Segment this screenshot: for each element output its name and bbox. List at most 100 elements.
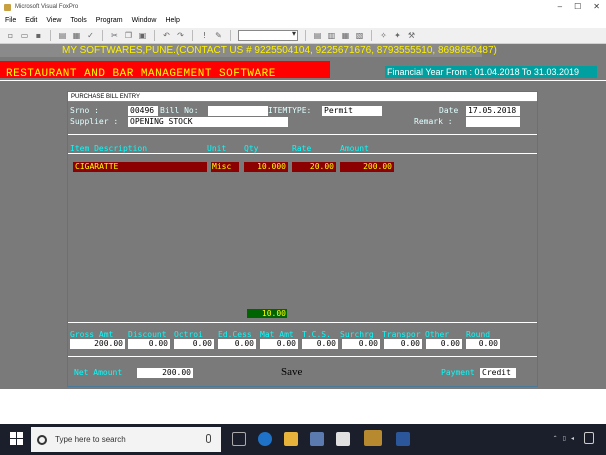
foxpro-taskbar-icon[interactable]	[364, 430, 382, 446]
net-amount-field: 200.00	[137, 368, 193, 378]
toolbar-divider	[230, 30, 231, 41]
surcharge-field[interactable]: 0.00	[342, 339, 380, 349]
product-title: RESTAURANT AND BAR MANAGEMENT SOFTWARE	[6, 68, 276, 80]
word-icon[interactable]	[396, 432, 410, 446]
menu-program[interactable]: Program	[96, 17, 123, 24]
date-field[interactable]: 17.05.2018	[466, 106, 520, 116]
undo-icon[interactable]: ↶	[162, 31, 171, 40]
open-folder-icon[interactable]: ▭	[20, 31, 29, 40]
transport-label: Transpor	[382, 330, 421, 339]
notifications-icon[interactable]	[584, 432, 594, 444]
builder-icon[interactable]: ✧	[379, 31, 388, 40]
ed-cess-label: Ed.Cess	[218, 330, 252, 339]
supplier-label: Supplier :	[70, 117, 119, 126]
product-banner: RESTAURANT AND BAR MANAGEMENT SOFTWARE	[0, 61, 330, 80]
taskbar-search[interactable]: Type here to search	[31, 427, 221, 452]
header-separator	[68, 134, 537, 135]
mail-icon[interactable]	[336, 432, 350, 446]
modify-icon[interactable]: ✎	[214, 31, 223, 40]
row-amount[interactable]: 200.00	[340, 162, 394, 172]
run-icon[interactable]: !	[200, 31, 209, 40]
billno-field[interactable]	[208, 106, 268, 116]
microphone-icon[interactable]	[206, 434, 211, 443]
mat-amt-field[interactable]: 0.00	[260, 339, 298, 349]
srno-field[interactable]: 00496	[128, 106, 158, 116]
gross-amt-field[interactable]: 200.00	[70, 339, 125, 349]
toolbar-divider	[102, 30, 103, 41]
save-icon[interactable]: ▪	[34, 31, 43, 40]
redo-icon[interactable]: ↷	[176, 31, 185, 40]
close-icon[interactable]: ✕	[593, 2, 600, 11]
totals-separator	[68, 322, 537, 323]
copy-icon[interactable]: ❐	[124, 31, 133, 40]
menu-window[interactable]: Window	[132, 17, 157, 24]
row-qty[interactable]: 10.000	[244, 162, 288, 172]
total-qty: 10.00	[247, 309, 287, 318]
row-rate[interactable]: 20.00	[292, 162, 336, 172]
toolbar-divider	[305, 30, 306, 41]
foxpro-app-icon	[4, 3, 11, 11]
data-session-icon[interactable]: ▥	[327, 31, 336, 40]
system-tray: ⌃ ▯ ◂	[553, 435, 574, 442]
transport-field[interactable]: 0.00	[384, 339, 422, 349]
payment-label: Payment	[441, 368, 475, 377]
window-controls: – ☐ ✕	[558, 2, 600, 11]
itemtype-field[interactable]: Permit	[322, 106, 382, 116]
charges-separator	[68, 356, 537, 357]
autoformat-icon[interactable]: ✦	[393, 31, 402, 40]
store-icon[interactable]	[310, 432, 324, 446]
command-window-icon[interactable]: ▤	[313, 31, 322, 40]
round-field[interactable]: 0.00	[466, 339, 500, 349]
menu-view[interactable]: View	[46, 17, 61, 24]
search-placeholder: Type here to search	[55, 435, 126, 444]
financial-year-badge: Financial Year From : 01.04.2018 To 31.0…	[385, 66, 597, 78]
task-view-icon[interactable]	[232, 432, 246, 446]
menu-help[interactable]: Help	[165, 17, 179, 24]
supplier-field[interactable]: OPENING STOCK	[128, 117, 288, 127]
surcharge-label: Surchrg	[340, 330, 374, 339]
minimize-icon[interactable]: –	[558, 2, 562, 11]
maximize-icon[interactable]: ☐	[574, 2, 581, 11]
octroi-field[interactable]: 0.00	[174, 339, 214, 349]
net-amount-label: Net Amount	[74, 368, 123, 377]
column-separator	[68, 153, 537, 154]
tcs-field[interactable]: 0.00	[302, 339, 338, 349]
discount-field[interactable]: 0.00	[128, 339, 170, 349]
tools-icon[interactable]: ⚒	[407, 31, 416, 40]
windows-start-icon[interactable]	[10, 432, 24, 446]
other-field[interactable]: 0.00	[426, 339, 462, 349]
row-item[interactable]: CIGARATTE	[73, 162, 207, 172]
form-wizard-icon[interactable]: ▦	[341, 31, 350, 40]
print-preview-icon[interactable]: ▦	[72, 31, 81, 40]
billno-label: Bill No:	[160, 106, 199, 115]
gross-amt-label: Gross Amt	[70, 330, 114, 339]
payment-field[interactable]: Credit	[480, 368, 516, 378]
report-wizard-icon[interactable]: ▧	[355, 31, 364, 40]
windows-taskbar: Type here to search ⌃ ▯ ◂	[0, 424, 606, 455]
row-unit[interactable]: Misc	[211, 162, 239, 172]
menu-file[interactable]: File	[5, 17, 16, 24]
remark-field[interactable]	[466, 117, 520, 127]
menu-bar: File Edit View Tools Program Window Help	[0, 14, 606, 27]
purchase-bill-entry-window: PURCHASE BILL ENTRY Srno : 00496 Bill No…	[67, 91, 538, 387]
spellcheck-icon[interactable]: ✓	[86, 31, 95, 40]
ed-cess-field[interactable]: 0.00	[218, 339, 256, 349]
foxpro-desktop: MY SOFTWARES,PUNE.(CONTACT US # 92255041…	[0, 44, 606, 389]
menu-tools[interactable]: Tools	[70, 17, 86, 24]
chevron-up-icon[interactable]: ⌃	[553, 435, 558, 442]
menu-edit[interactable]: Edit	[25, 17, 37, 24]
save-button[interactable]: Save	[281, 366, 302, 378]
title-bar: Microsoft Visual FoxPro – ☐ ✕	[0, 0, 606, 14]
other-label: Other	[425, 330, 450, 339]
cut-icon[interactable]: ✂	[110, 31, 119, 40]
print-icon[interactable]: ▤	[58, 31, 67, 40]
file-explorer-icon[interactable]	[284, 432, 298, 446]
paste-icon[interactable]: ▣	[138, 31, 147, 40]
new-file-icon[interactable]: ▫	[6, 31, 15, 40]
database-combo[interactable]	[238, 29, 298, 41]
network-icon[interactable]: ▯	[563, 435, 566, 442]
date-label: Date	[439, 106, 459, 115]
edge-browser-icon[interactable]	[258, 432, 272, 446]
contact-banner: MY SOFTWARES,PUNE.(CONTACT US # 92255041…	[0, 44, 497, 57]
volume-icon[interactable]: ◂	[571, 435, 574, 442]
